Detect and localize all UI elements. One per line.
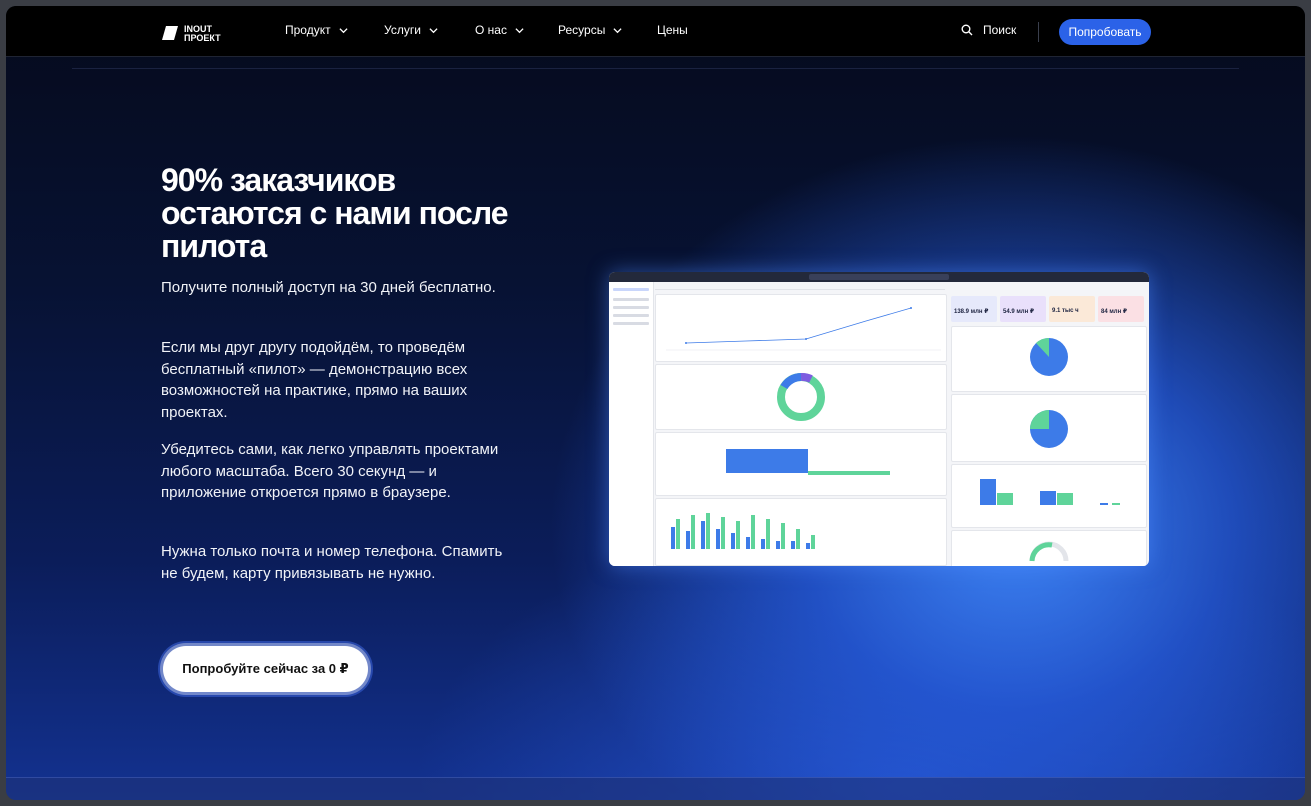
sidebar-row xyxy=(613,314,649,317)
nav-item-label: Услуги xyxy=(384,23,421,37)
column-panel xyxy=(655,498,947,566)
search-button[interactable]: Поиск xyxy=(961,23,1016,37)
nav-item-resources[interactable]: Ресурсы xyxy=(558,23,622,37)
inout-logo[interactable]: INOUT ПРОЕКТ xyxy=(162,22,258,44)
chevron-down-icon xyxy=(515,27,524,33)
logo-line-2: ПРОЕКТ xyxy=(184,33,221,43)
donut-panel xyxy=(655,364,947,430)
donut-chart xyxy=(777,372,825,421)
search-label: Поиск xyxy=(983,23,1017,37)
kpi-value: 9.1 тыс ч xyxy=(1052,308,1079,314)
horizontal-bar-chart xyxy=(726,449,890,475)
kpi-value: 84 млн ₽ xyxy=(1101,309,1128,315)
nav-item-label: О нас xyxy=(475,23,507,37)
dashboard-tabs xyxy=(655,284,945,290)
try-free-button[interactable]: Попробуйте сейчас за 0 ₽ xyxy=(163,646,368,692)
try-button[interactable]: Попробовать xyxy=(1059,19,1151,45)
gauge-chart xyxy=(1029,541,1069,562)
nav-item-product[interactable]: Продукт xyxy=(285,23,348,37)
hero-paragraph: Получите полный доступ на 30 дней беспла… xyxy=(161,279,496,296)
chevron-down-icon xyxy=(429,27,438,33)
line-chart-panel xyxy=(655,294,947,362)
sidebar-row xyxy=(613,298,649,301)
kpi-value: 54.9 млн ₽ xyxy=(1003,309,1035,315)
pie-chart xyxy=(1030,410,1068,448)
kpi-card: 84 млн ₽ xyxy=(1098,296,1144,322)
pie-panel xyxy=(951,326,1147,392)
hero-headline: 90% заказчиков остаются с нами после пил… xyxy=(161,162,509,264)
kpi-value: 138.9 млн ₽ xyxy=(954,309,989,315)
pie-chart xyxy=(1030,337,1068,376)
sidebar-row xyxy=(613,288,649,291)
dashboard-sidebar xyxy=(609,282,654,566)
sidebar-row xyxy=(613,322,649,325)
page: INOUT ПРОЕКТ Продукт Услуги О нас Ресурс… xyxy=(6,6,1305,800)
nav-item-services[interactable]: Услуги xyxy=(384,23,438,37)
top-navbar: INOUT ПРОЕКТ Продукт Услуги О нас Ресурс… xyxy=(6,6,1305,57)
nav-item-label: Продукт xyxy=(285,23,331,37)
header-rule xyxy=(72,68,1239,69)
bottom-strip xyxy=(6,777,1305,800)
hero-paragraph: Если мы друг другу подойдём, то проведём… xyxy=(161,339,468,421)
kpi-card: 54.9 млн ₽ xyxy=(1000,296,1046,322)
kpi-card: 138.9 млн ₽ xyxy=(951,296,997,322)
gauge-panel xyxy=(951,530,1147,566)
dashboard-preview: 138.9 млн ₽ 54.9 млн ₽ 9.1 тыс ч 84 млн … xyxy=(609,272,1149,566)
bar-panel xyxy=(655,432,947,496)
sidebar-row xyxy=(613,306,649,309)
nav-item-about[interactable]: О нас xyxy=(475,23,524,37)
grouped-bar-chart xyxy=(980,479,1120,505)
nav-item-prices[interactable]: Цены xyxy=(657,23,688,37)
dashboard-search-bar xyxy=(809,274,949,280)
hero-paragraph: Нужна только почта и номер телефона. Спа… xyxy=(161,543,503,582)
pie-panel xyxy=(951,394,1147,462)
column-chart xyxy=(671,513,815,549)
chevron-down-icon xyxy=(339,27,348,33)
kpi-card: 9.1 тыс ч xyxy=(1049,296,1095,322)
search-icon xyxy=(961,24,973,36)
line-chart xyxy=(666,307,941,351)
nav-divider xyxy=(1038,22,1039,42)
dashboard-topbar xyxy=(609,272,1149,282)
nav-item-label: Ресурсы xyxy=(558,23,606,37)
hero-paragraph: Убедитесь сами, как легко управлять прое… xyxy=(161,441,499,501)
nav-item-label: Цены xyxy=(657,23,688,37)
bar-panel xyxy=(951,464,1147,528)
chevron-down-icon xyxy=(613,27,622,33)
